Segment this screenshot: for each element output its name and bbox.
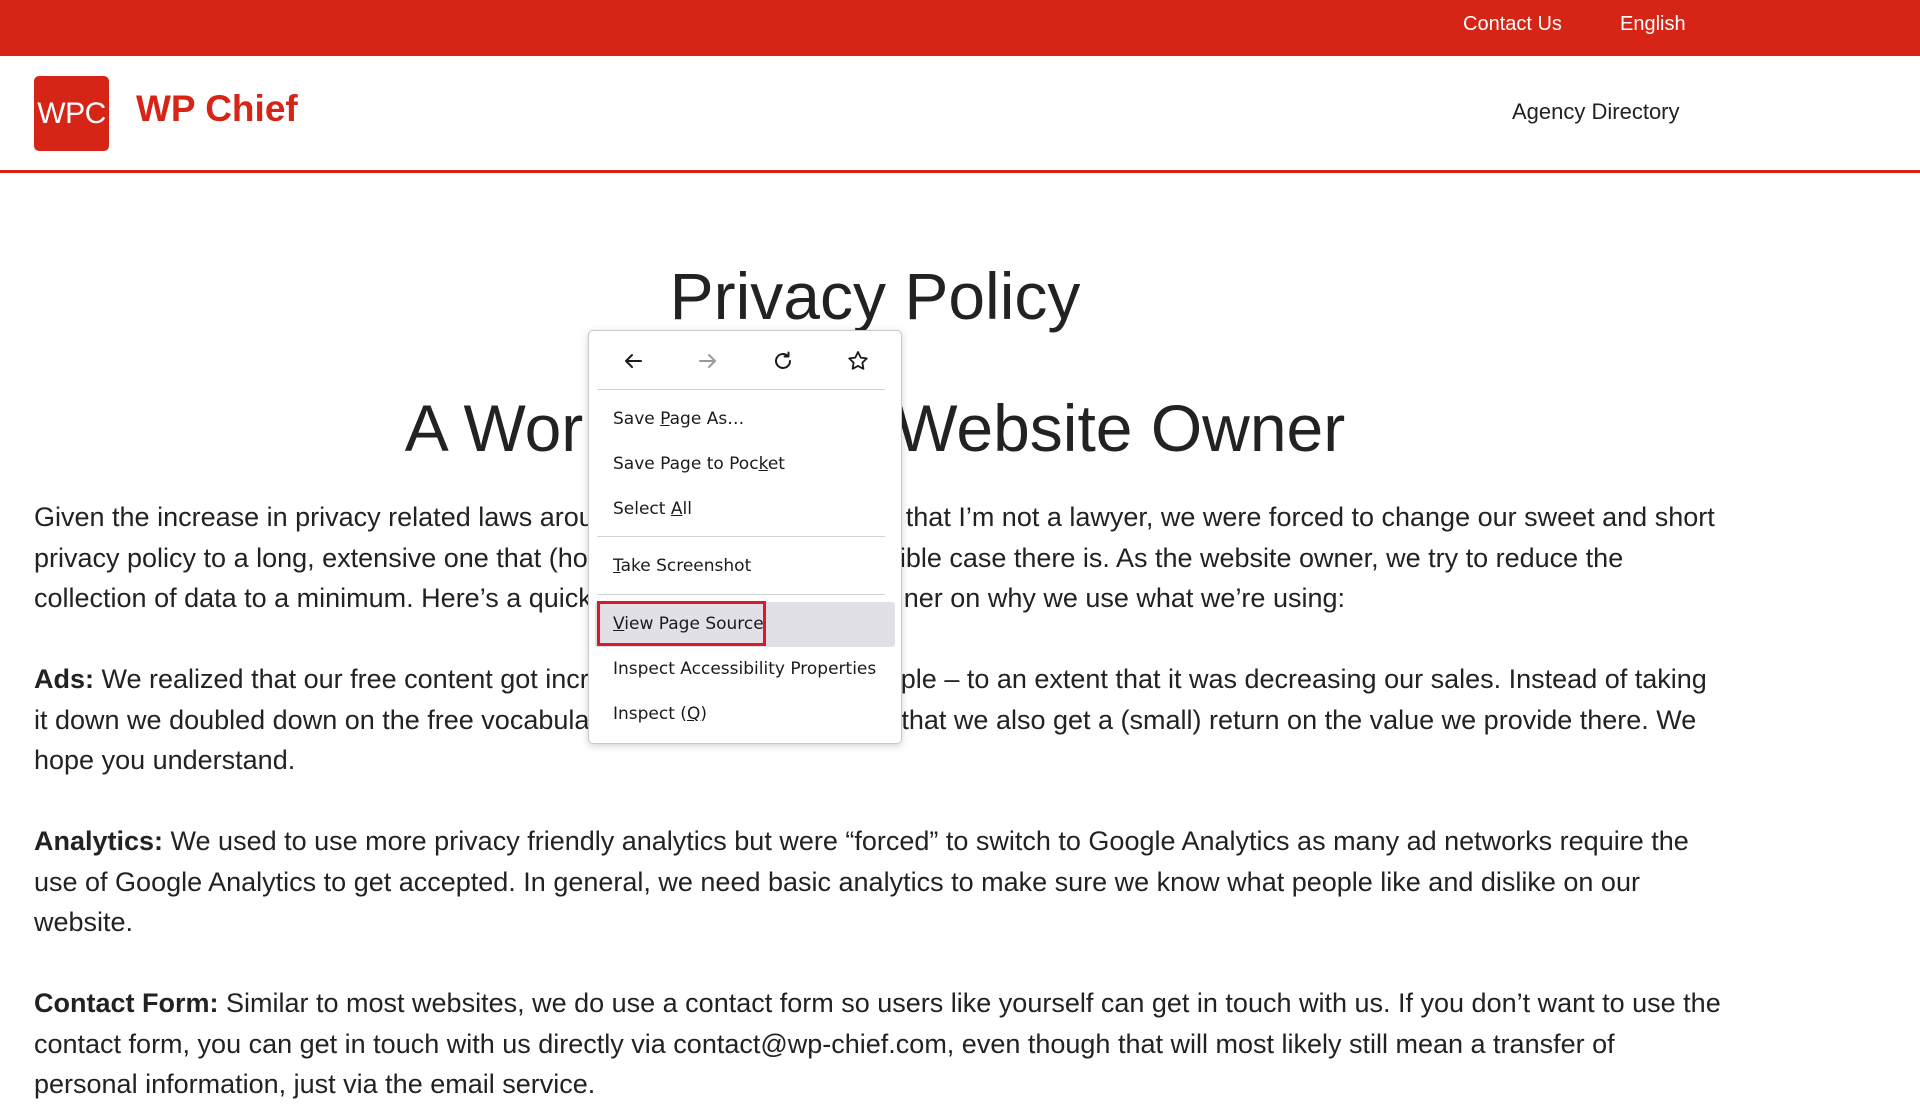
forward-arrow-icon[interactable] (690, 343, 726, 379)
back-arrow-icon[interactable] (615, 343, 651, 379)
menu-item-save-page-as[interactable]: Save Page As… (589, 399, 901, 439)
menu-item-inspect-accessibility[interactable]: Inspect Accessibility Properties (589, 649, 901, 689)
context-menu: Save Page As… Save Page to Pocket Select… (588, 330, 902, 744)
site-brand-name[interactable]: WP Chief (136, 88, 298, 130)
p1-line1-right: that I’m not a lawyer, we were forced to… (905, 502, 1715, 532)
analytics-paragraph: Analytics: We used to use more privacy f… (34, 821, 1724, 943)
page-title: Privacy Policy (669, 259, 1081, 333)
p1-line2-right: ible case there is. As the website owner… (899, 542, 1624, 573)
p2-line2-right: that we also get a (small) return on the… (901, 704, 1697, 735)
menu-separator (597, 594, 885, 595)
top-bar: Contact Us English (0, 0, 1920, 56)
p2-line1-right: ple – to an extent that it was decreasin… (900, 664, 1707, 694)
analytics-text: We used to use more privacy friendly ana… (34, 826, 1689, 937)
menu-separator (597, 389, 885, 390)
contact-form-label: Contact Form: (34, 988, 219, 1018)
p2-line3: hope you understand. (34, 745, 296, 775)
nav-agency-directory[interactable]: Agency Directory (1512, 99, 1680, 125)
p2-line2-left: it down we doubled down on the free voca… (34, 704, 590, 735)
language-selector[interactable]: English (1620, 13, 1686, 36)
p1-line2-left: privacy policy to a long, extensive one … (34, 542, 588, 573)
reload-icon[interactable] (765, 343, 801, 379)
contact-form-paragraph: Contact Form: Similar to most websites, … (34, 983, 1724, 1105)
contact-form-text: Similar to most websites, we do use a co… (34, 988, 1721, 1099)
bookmark-star-icon[interactable] (840, 343, 876, 379)
contact-us-link[interactable]: Contact Us (1463, 13, 1562, 36)
menu-item-save-to-pocket[interactable]: Save Page to Pocket (589, 444, 901, 484)
context-nav-row (589, 331, 901, 391)
p1-line1-left: Given the increase in privacy related la… (34, 502, 594, 532)
site-header: WPC WP Chief Agency Directory (0, 56, 1920, 173)
menu-item-select-all[interactable]: Select All (589, 489, 901, 529)
menu-separator (597, 536, 885, 537)
ads-label: Ads: (34, 664, 94, 694)
subtitle-right: Website Owner (895, 391, 1346, 465)
menu-item-view-page-source[interactable]: View Page Source (595, 602, 895, 647)
site-logo[interactable]: WPC (34, 76, 109, 151)
p1-line3-left: collection of data to a minimum. Here’s … (34, 583, 592, 613)
menu-item-inspect[interactable]: Inspect (Q) (589, 694, 901, 734)
p2-line1-left: We realized that our free content got in… (94, 664, 589, 694)
analytics-label: Analytics: (34, 826, 164, 856)
p1-line3-right: ner on why we use what we’re using: (903, 583, 1345, 613)
subtitle-left: A Wor (404, 391, 584, 465)
menu-item-take-screenshot[interactable]: Take Screenshot (589, 546, 901, 586)
